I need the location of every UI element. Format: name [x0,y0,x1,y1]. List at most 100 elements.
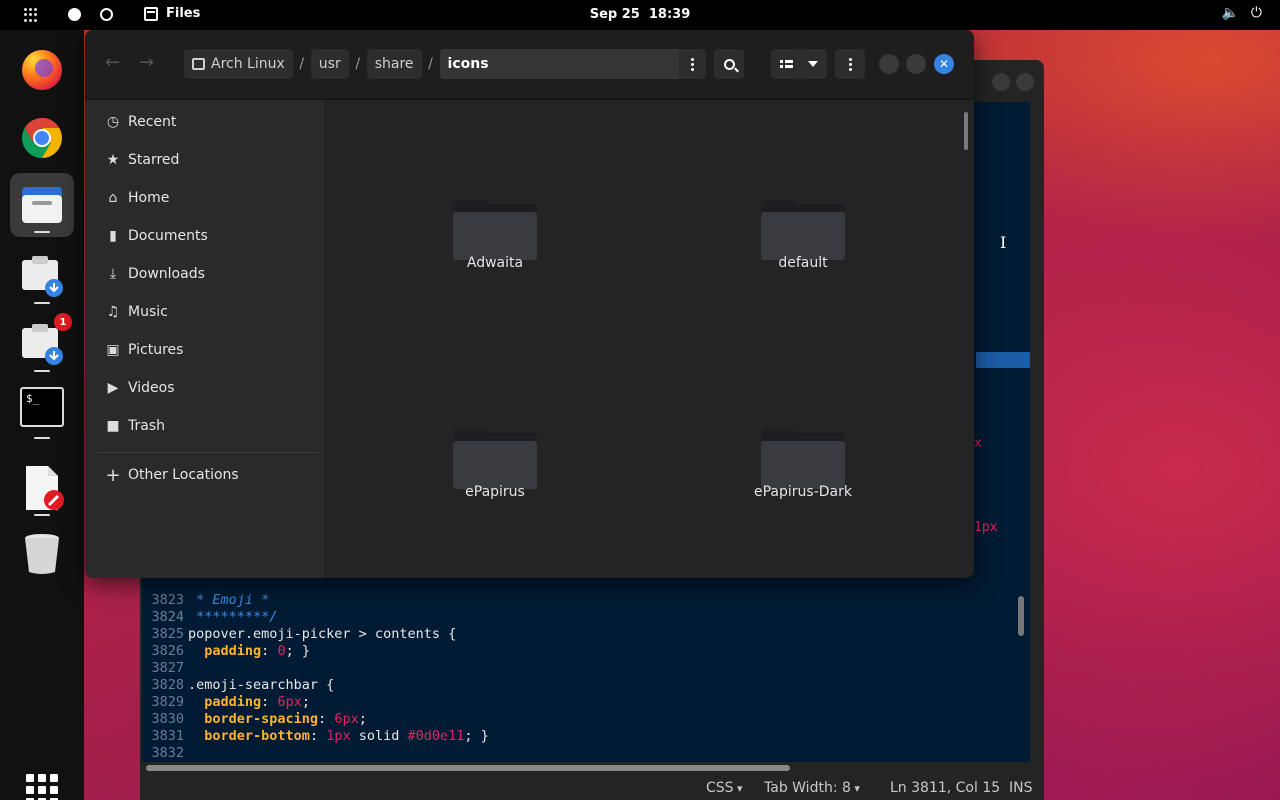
folder-label: default [778,255,828,271]
sidebar-item-trash[interactable]: ■ Trash [85,409,326,443]
folder-item[interactable]: ePapirus [405,359,585,529]
minimize-button[interactable] [879,54,899,74]
sidebar-item-starred[interactable]: ★ Starred [85,143,326,177]
code-line: 3827 [142,660,1030,677]
code-token: popover.emoji-picker > contents { [188,626,457,642]
folder-item[interactable]: Adwaita [405,130,585,300]
sidebar-item-label: Pictures [128,342,184,358]
sidebar-item-music[interactable]: ♫ Music [85,295,326,329]
code-line: 3828 .emoji-searchbar { [142,677,1030,694]
sidebar-divider [97,452,319,453]
code-token: padding [204,694,262,710]
activities-grid-icon[interactable] [24,8,38,22]
notification-badge: 1 [54,313,72,331]
code-token: ; [301,694,310,710]
folder-label: ePapirus [465,484,525,500]
sidebar-item-pictures[interactable]: ▣ Pictures [85,333,326,367]
music-icon: ♫ [106,304,120,320]
code-line: 3825 popover.emoji-picker > contents { [142,626,1030,643]
files-window[interactable]: ← → Arch Linux / usr / share / icons ✕ ◷… [85,30,974,578]
back-button[interactable]: ← [105,52,120,73]
sidebar-item-label: Downloads [128,266,205,282]
forward-button[interactable]: → [139,52,154,73]
maximize-button[interactable] [906,54,926,74]
show-apps-grid-icon[interactable] [26,774,58,800]
path-crumb[interactable]: usr [310,49,349,79]
code-lines: 3823 * Emoji * 3824 *********/3825 popover… [142,592,1030,762]
code-line: 3823 * Emoji * [142,592,1030,609]
path-crumb-current[interactable]: icons [439,49,704,79]
workspace-indicator-active[interactable] [68,8,81,21]
clock-date[interactable]: Sep 25 [590,7,640,22]
sidebar-item-home[interactable]: ⌂ Home [85,181,326,215]
more-vertical-icon [848,57,852,71]
path-crumb-root[interactable]: Arch Linux [184,49,293,79]
system-menu[interactable]: 🔈 ⏻ [1221,5,1262,21]
vertical-scrollbar[interactable] [964,112,968,150]
trash-icon[interactable] [20,532,64,576]
app-menu[interactable]: Files [144,6,200,21]
header-bar: ← → Arch Linux / usr / share / icons ✕ [85,30,974,100]
workspace-indicator[interactable] [100,8,113,21]
top-bar: Files Sep 25 18:39 🔈 ⏻ [0,0,1280,30]
path-crumb[interactable]: share [366,49,422,79]
tab-width-selector[interactable]: Tab Width: 8 [764,780,860,796]
line-number: 3826 [151,643,184,659]
sidebar-item-recent[interactable]: ◷ Recent [85,105,326,139]
editor-status-bar: CSS Tab Width: 8 Ln 3811, Col 15 INS [140,776,1044,800]
insert-mode: INS [1009,780,1033,796]
main-menu-button[interactable] [835,49,865,79]
running-indicator [34,370,50,372]
view-toggle-button[interactable] [771,49,801,79]
crumb-label: Arch Linux [211,56,285,72]
sidebar-item-downloads[interactable]: ⤓ Downloads [85,257,326,291]
folder-label: Adwaita [466,255,524,271]
line-number: 3831 [151,728,184,744]
places-sidebar: ◷ Recent ★ Starred ⌂ Home ▮ Documents ⤓ Downloads… [85,100,326,578]
folder-item[interactable]: ePapirus-Dark [713,359,893,529]
text-editor-icon[interactable] [20,464,64,510]
sidebar-item-other-locations[interactable]: + Other Locations [85,458,326,492]
code-token: 6px [334,711,359,727]
home-icon: ⌂ [108,190,118,206]
folder-icon [761,200,845,260]
file-grid[interactable]: Adwaita default ePapirus ePapirus-Dark [327,100,974,578]
clock-time[interactable]: 18:39 [649,7,690,22]
minimize-button[interactable] [992,73,1010,91]
running-indicator [34,302,50,304]
starred-icon: ★ [106,152,120,168]
chrome-icon[interactable] [20,116,64,160]
crumb-label: icons [447,56,489,72]
folder-item[interactable]: default [713,130,893,300]
view-options-button[interactable] [799,49,827,79]
files-icon[interactable] [20,183,64,227]
line-number: 3830 [151,711,184,727]
vertical-scrollbar[interactable] [1018,596,1024,636]
maximize-button[interactable] [1016,73,1034,91]
code-line: 3832 [142,745,1030,762]
code-token: border-spacing [204,711,319,727]
sidebar-item-label: Other Locations [128,467,239,483]
path-menu-button[interactable] [678,49,706,79]
firefox-icon[interactable] [20,48,64,92]
code-line: 3831 border-bottom: 1px solid #0d0e11; } [142,728,1030,745]
language-selector[interactable]: CSS [706,780,743,796]
sidebar-item-documents[interactable]: ▮ Documents [85,219,326,253]
search-icon [723,58,735,70]
cursor-position[interactable]: Ln 3811, Col 15 [890,780,1000,796]
downloader-icon[interactable] [20,254,64,298]
code-token: border-bottom [204,728,310,744]
sidebar-item-label: Documents [128,228,208,244]
terminal-icon[interactable]: $_ [20,387,64,431]
sidebar-item-videos[interactable]: ▶ Videos [85,371,326,405]
horizontal-scrollbar[interactable] [146,765,790,771]
list-view-icon [779,60,793,68]
trash-icon: ■ [106,418,120,434]
sidebar-item-label: Home [128,190,170,206]
crumb-label: usr [318,56,341,72]
close-button[interactable]: ✕ [934,54,954,74]
search-button[interactable] [714,49,744,79]
code-token: ; [358,711,367,727]
